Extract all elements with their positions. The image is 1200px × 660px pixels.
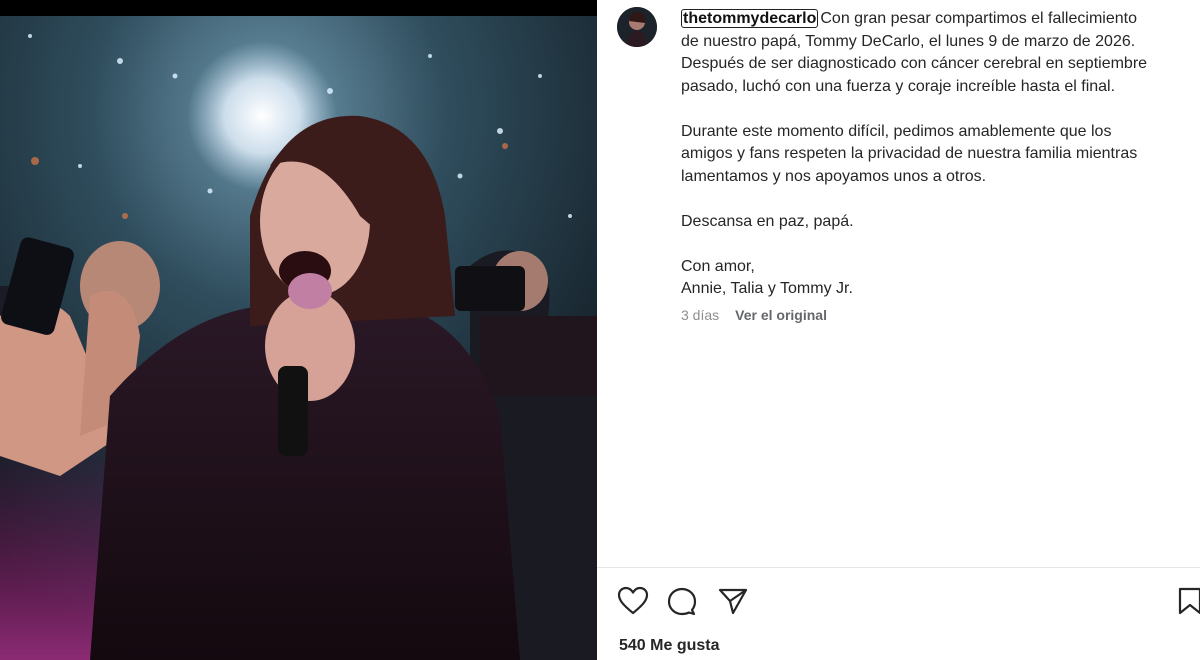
post-timestamp[interactable]: 3 días bbox=[681, 307, 719, 323]
post-photo[interactable] bbox=[0, 16, 597, 660]
caption-line: de nuestro papá, Tommy DeCarlo, el lunes… bbox=[681, 32, 1136, 50]
likes-count[interactable]: 540 Me gusta bbox=[619, 637, 719, 655]
post-caption: thetommydecarlo Con gran pesar compartimo… bbox=[681, 8, 1189, 301]
bookmark-icon[interactable] bbox=[1175, 586, 1200, 616]
heart-icon[interactable] bbox=[617, 586, 649, 616]
actions-divider bbox=[597, 567, 1200, 568]
caption-line: Con amor, bbox=[681, 257, 755, 275]
caption-line: thetommydecarlo Con gran pesar compartimo… bbox=[681, 8, 1189, 31]
caption-line: Annie, Talia y Tommy Jr. bbox=[681, 280, 853, 297]
caption-line: Después de ser diagnosticado con cáncer … bbox=[681, 55, 1148, 72]
caption-line: Durante este momento difícil, pedimos am… bbox=[681, 122, 1112, 140]
user-avatar[interactable] bbox=[617, 7, 657, 47]
username-link[interactable]: thetommydecarlo bbox=[681, 9, 819, 28]
post-details-panel: thetommydecarlo Con gran pesar compartimo… bbox=[597, 0, 1200, 660]
action-bar bbox=[617, 586, 749, 616]
caption-line: amigos y fans respeten la privacidad de … bbox=[681, 145, 1138, 162]
photo-top-strip bbox=[0, 0, 597, 16]
post-meta: 3 días Ver el original bbox=[681, 307, 827, 323]
see-original-link[interactable]: Ver el original bbox=[735, 307, 827, 323]
comment-icon[interactable] bbox=[667, 586, 699, 616]
caption-line: lamentamos y nos apoyamos unos a otros. bbox=[681, 167, 987, 185]
caption-line: Descansa en paz, papá. bbox=[681, 212, 854, 230]
send-icon[interactable] bbox=[717, 586, 749, 616]
caption-line: pasado, luchó con una fuerza y coraje in… bbox=[681, 77, 1116, 95]
caption-text: Con gran pesar compartimos el fallecimie… bbox=[820, 10, 1137, 27]
